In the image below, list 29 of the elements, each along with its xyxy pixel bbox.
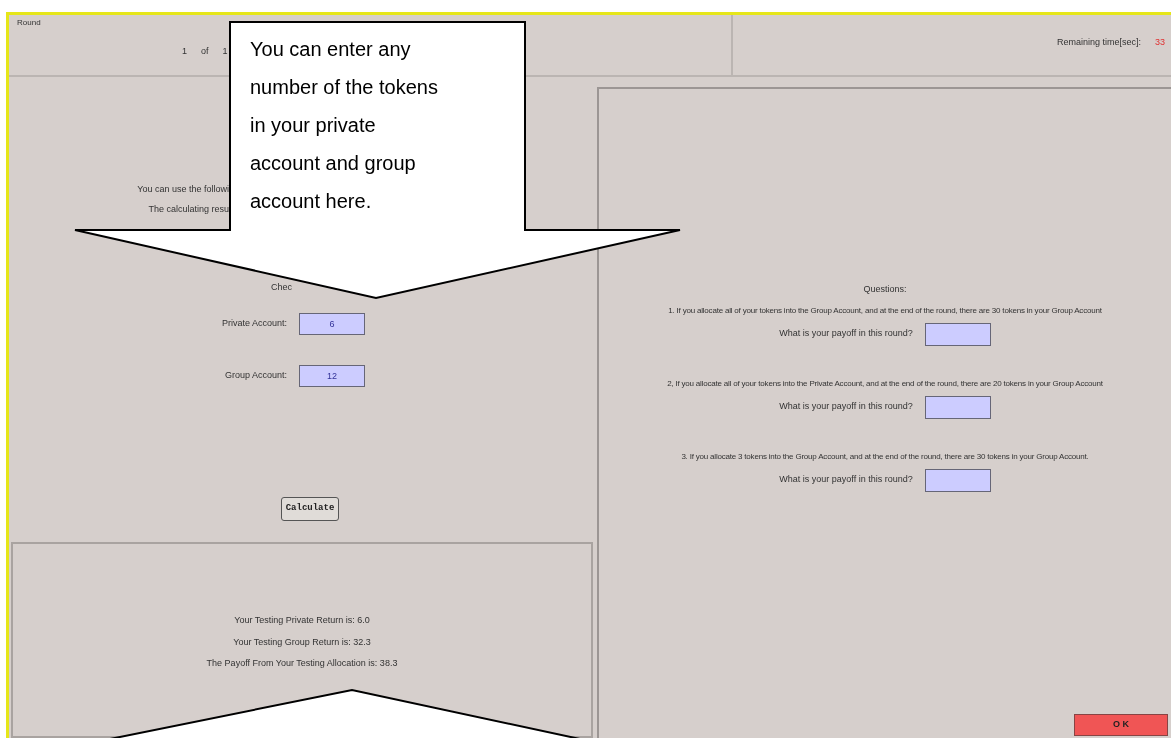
instruction-text: The calculating resu — [148, 203, 229, 216]
calculate-button[interactable]: Calculate — [281, 496, 339, 521]
question-prompt: What is your payoff in this round? — [779, 327, 913, 341]
round-counter-text: 1 — [222, 45, 228, 58]
answer-field[interactable] — [924, 322, 991, 346]
round-counter-text: of — [201, 45, 209, 58]
callout-text: You can enter any number of the tokens in your private account and group account here. — [250, 37, 438, 214]
result-text: Your Testing Group Return is: 32.3 — [233, 635, 371, 649]
ok-button[interactable]: O K — [1074, 714, 1168, 736]
instruction-text: You can use the followi — [137, 183, 229, 196]
account-field[interactable]: 12 — [299, 364, 365, 387]
instruction-text: Chec — [271, 281, 293, 294]
account-label: Group Account: — [224, 368, 287, 382]
question-text: 1. If you allocate all of your tokens into the Group Account, and at the end of the round, there are 30 tokens in your Group Account — [668, 304, 1102, 317]
window-title: Round — [17, 17, 41, 29]
account-label: Private Account: — [221, 316, 287, 330]
round-counter-text: 1 — [182, 45, 187, 58]
result-text: The Payoff From Your Testing Allocation is: 38.3 — [206, 657, 398, 670]
timer-label: Remaining time[sec]: — [1056, 36, 1141, 50]
answer-field[interactable] — [924, 395, 991, 419]
question-text: 2, If you allocate all of your tokens into the Private Account, and at the end of the round, there are 20 tokens in your Group Account — [667, 377, 1103, 390]
timer-value: 33 — [1155, 36, 1165, 50]
answer-field[interactable] — [924, 468, 991, 492]
question-text: 3. If you allocate 3 tokens into the Group Account, and at the end of the round, there are 30 tokens in your Group Account. — [681, 450, 1089, 463]
question-prompt: What is your payoff in this round? — [779, 473, 913, 487]
questions-title: Questions: — [863, 283, 907, 296]
result-text: Your Testing Private Return is: 6.0 — [234, 614, 370, 627]
question-prompt: What is your payoff in this round? — [779, 400, 913, 414]
account-field[interactable]: 6 — [299, 312, 365, 335]
